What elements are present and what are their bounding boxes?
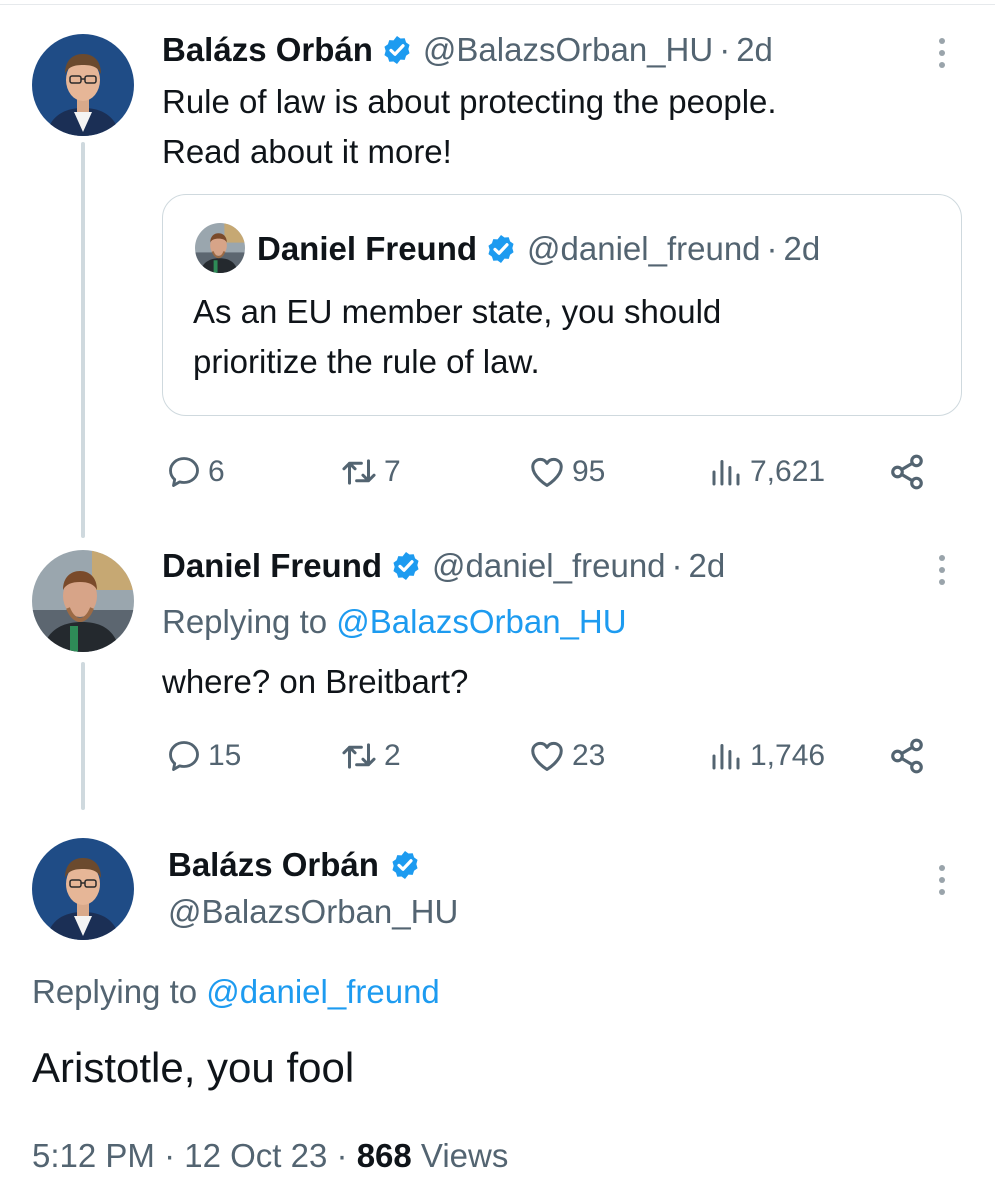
- like-button[interactable]: 95: [528, 452, 605, 492]
- views-label: Views: [420, 1137, 509, 1174]
- replying-to-link[interactable]: @daniel_freund: [206, 973, 440, 1010]
- tweet-text-line: Read about it more!: [162, 133, 452, 170]
- verified-badge-icon: [485, 233, 517, 265]
- post-time[interactable]: 5:12 PM: [32, 1137, 155, 1174]
- replying-to-label: Replying to: [32, 973, 198, 1010]
- quote-header: Daniel Freund @daniel_freund · 2d: [257, 227, 820, 271]
- quote-avatar: [195, 223, 245, 273]
- quote-text-line: As an EU member state, you should: [193, 293, 722, 330]
- like-button[interactable]: 23: [528, 736, 605, 776]
- separator: ·: [671, 547, 683, 584]
- verified-badge-icon: [390, 550, 422, 582]
- separator: ·: [336, 1137, 348, 1174]
- avatar[interactable]: [32, 838, 134, 940]
- replying-to-label: Replying to: [162, 603, 328, 640]
- author-name[interactable]: Balázs Orbán: [162, 31, 373, 69]
- more-options-icon[interactable]: [937, 38, 947, 74]
- thread-connector-line: [81, 662, 85, 810]
- author-handle[interactable]: @BalazsOrban_HU: [423, 31, 713, 69]
- author-name[interactable]: Daniel Freund: [162, 547, 382, 585]
- views-count: 1,746: [750, 739, 826, 772]
- views-count: 868: [356, 1137, 412, 1174]
- replying-to: Replying to @daniel_freund: [32, 970, 440, 1014]
- views-button[interactable]: 7,621: [708, 452, 825, 492]
- main-author-row: Balázs Orbán: [168, 843, 421, 887]
- separator: ·: [719, 31, 731, 68]
- tweet-text: Rule of law is about protecting the peop…: [162, 77, 777, 177]
- retweet-count: 2: [384, 739, 401, 772]
- replying-to: Replying to @BalazsOrban_HU: [162, 600, 627, 644]
- separator: ·: [766, 230, 778, 267]
- retweet-button[interactable]: 2: [340, 736, 401, 776]
- tweet-meta: 5:12 PM · 12 Oct 23 · 868 Views: [32, 1134, 508, 1178]
- author-handle[interactable]: @daniel_freund: [432, 547, 666, 585]
- avatar[interactable]: [32, 550, 134, 652]
- reply-button[interactable]: 15: [166, 736, 241, 776]
- more-options-icon[interactable]: [937, 555, 947, 591]
- thread-connector-line: [81, 142, 85, 538]
- timestamp[interactable]: 2d: [689, 547, 726, 585]
- retweet-button[interactable]: 7: [340, 452, 401, 492]
- quote-text-line: prioritize the rule of law.: [193, 343, 540, 380]
- like-count: 23: [572, 739, 606, 772]
- reply-count: 15: [208, 739, 242, 772]
- share-button[interactable]: [888, 736, 926, 776]
- main-tweet-text: Aristotle, you fool: [32, 1044, 355, 1091]
- share-button[interactable]: [888, 452, 926, 492]
- tweet-text: where? on Breitbart?: [162, 663, 469, 700]
- replying-to-link[interactable]: @BalazsOrban_HU: [336, 603, 626, 640]
- like-count: 95: [572, 455, 606, 488]
- verified-badge-icon: [381, 34, 413, 66]
- views-count: 7,621: [750, 455, 826, 488]
- separator: ·: [164, 1137, 176, 1174]
- tweet-text-line: Rule of law is about protecting the peop…: [162, 83, 777, 120]
- reply-count: 6: [208, 455, 225, 488]
- quoted-tweet[interactable]: Daniel Freund @daniel_freund · 2d As an …: [162, 194, 962, 416]
- author-handle[interactable]: @BalazsOrban_HU: [168, 890, 458, 934]
- reply-button[interactable]: 6: [166, 452, 225, 492]
- more-options-icon[interactable]: [937, 865, 947, 901]
- quote-author-name: Daniel Freund: [257, 230, 478, 267]
- tweet-header: Balázs Orbán @BalazsOrban_HU · 2d: [162, 30, 773, 70]
- views-button[interactable]: 1,746: [708, 736, 825, 776]
- quote-text: As an EU member state, you should priori…: [193, 287, 721, 387]
- tweet-header: Daniel Freund @daniel_freund · 2d: [162, 546, 725, 586]
- retweet-count: 7: [384, 455, 401, 488]
- quote-timestamp: 2d: [783, 230, 821, 267]
- post-date[interactable]: 12 Oct 23: [184, 1137, 327, 1174]
- avatar[interactable]: [32, 34, 134, 136]
- quote-author-handle: @daniel_freund: [527, 230, 761, 267]
- author-name[interactable]: Balázs Orbán: [168, 846, 379, 884]
- timestamp[interactable]: 2d: [736, 31, 773, 69]
- top-divider: [0, 4, 995, 5]
- verified-badge-icon: [389, 849, 421, 881]
